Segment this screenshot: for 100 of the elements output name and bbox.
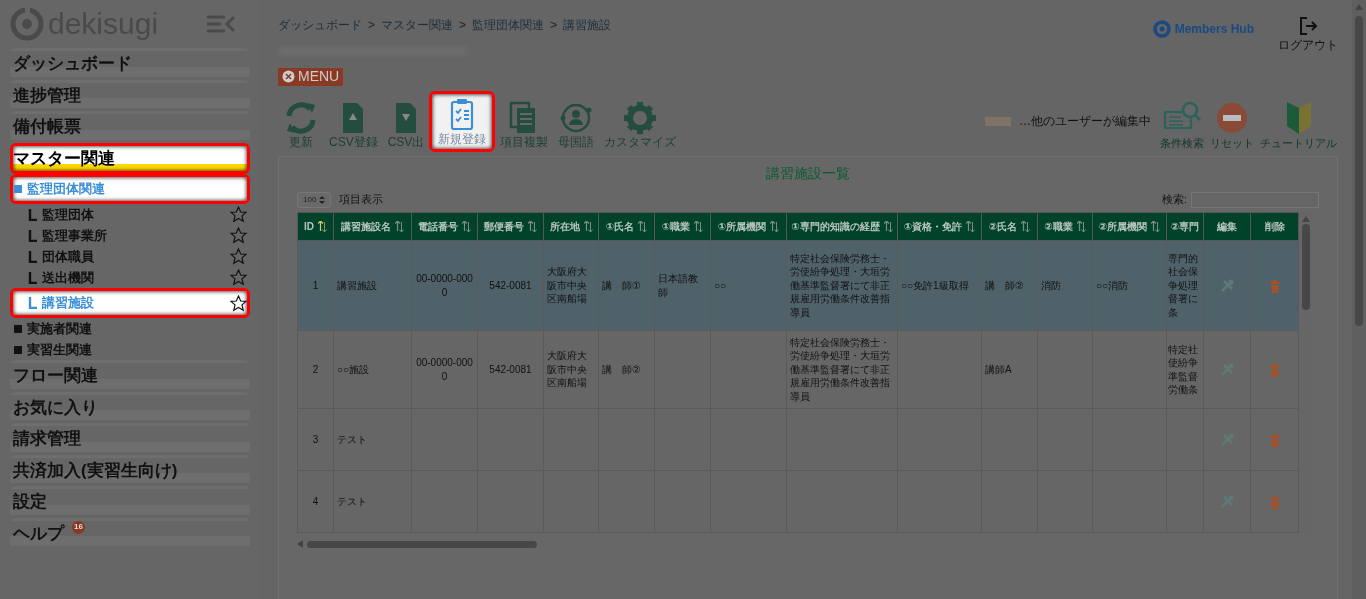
table-cell-text: テスト: [337, 433, 367, 445]
tree-branch-icon: [28, 250, 38, 263]
collapse-menu-icon[interactable]: [206, 14, 236, 34]
square-bullet-icon: [13, 184, 23, 194]
column-header[interactable]: 講習施設名: [333, 212, 412, 241]
table-cell-text: 日本語教師: [658, 273, 698, 298]
toolbar-button[interactable]: 条件検索: [1159, 100, 1205, 153]
scroll-left-icon: [297, 540, 303, 549]
sidebar-item[interactable]: 監理団体: [10, 204, 250, 225]
brand-logo-icon: [1152, 20, 1171, 38]
trash-icon: [1268, 363, 1281, 377]
table-cell-text: 大阪府大阪市中央区南船場: [547, 266, 587, 305]
sidebar-item[interactable]: 請求管理: [10, 423, 250, 455]
toolbar-button[interactable]: チュートリアル: [1259, 100, 1338, 153]
menu-label: ダッシュボード: [13, 53, 132, 75]
sidebar-item[interactable]: 備付帳票: [10, 111, 250, 143]
logout-button[interactable]: ログアウト: [1278, 16, 1338, 54]
table-cell-text: 特定社使紛争準監督労働条: [1168, 343, 1198, 396]
menu-label: お気に入り: [13, 396, 98, 419]
column-header[interactable]: ①所属機関: [710, 212, 787, 241]
star-icon[interactable]: [230, 248, 247, 265]
column-header[interactable]: ②所属機関: [1092, 212, 1167, 241]
table-cell-text: 542-0081: [489, 363, 532, 375]
toolbar-button[interactable]: CSV出: [382, 97, 430, 153]
breadcrumb-link[interactable]: マスター関連: [381, 16, 453, 34]
sidebar-item[interactable]: 進捗管理: [10, 79, 250, 111]
square-bullet-icon: [13, 344, 23, 355]
toolbar-button[interactable]: 新規登録: [429, 91, 496, 153]
sort-caret-icon: [318, 196, 325, 205]
menu-label: フロー関連: [13, 365, 98, 387]
sidebar-item[interactable]: ヘルプ 16: [10, 517, 250, 549]
page-size-select[interactable]: 100: [297, 192, 331, 209]
menu-label: 送出機関: [42, 268, 94, 287]
scroll-up-icon: [1355, 4, 1363, 10]
star-icon[interactable]: [230, 227, 247, 244]
column-header[interactable]: ①専門的知識の経歴: [786, 212, 898, 241]
column-header[interactable]: ②氏名: [981, 212, 1038, 241]
toolbar-button[interactable]: 母国語: [553, 97, 600, 153]
column-header[interactable]: ①職業: [654, 212, 711, 241]
legend-text: …他のユーザーが編集中: [1019, 113, 1151, 131]
square-bullet-icon: [13, 323, 23, 334]
column-header[interactable]: 所在地: [543, 212, 599, 241]
sidebar-item[interactable]: 講習施設: [10, 288, 250, 318]
table-cell-text: 00-0000-0000: [416, 273, 473, 298]
table-cell-text: 大阪府大阪市中央区南船場: [547, 350, 587, 389]
table-cell-text: テスト: [337, 495, 367, 507]
menu-label: 実施者関連: [27, 319, 92, 338]
panel-title: 講習施設一覧: [765, 164, 851, 184]
scrollbar-thumb[interactable]: [307, 540, 537, 548]
star-icon[interactable]: [230, 206, 247, 223]
star-icon[interactable]: [230, 269, 247, 286]
sidebar-item[interactable]: 実習生関連: [10, 339, 250, 360]
table-cell-text: 特定社会保険労務士・労使紛争処理・大垣労働基準監督署にて非正規雇用労働条件改善指導員: [790, 252, 890, 318]
table-cell-text: 2: [312, 363, 319, 375]
sidebar-item[interactable]: 監理事業所: [10, 225, 250, 246]
menu-label: 監理団体関連: [27, 180, 105, 199]
sidebar-item[interactable]: フロー関連: [10, 360, 250, 392]
table-cell-text: 特定社会保険労務士・労使紛争処理・大垣労働基準監督署にて非正規雇用労働条件改善指導員: [790, 336, 890, 402]
logout-icon: [1298, 16, 1318, 36]
sidebar-item[interactable]: お気に入り: [10, 391, 250, 423]
menu-label: 備付帳票: [13, 116, 81, 138]
breadcrumb-separator: >: [459, 17, 467, 34]
column-header[interactable]: 電話番号: [411, 212, 478, 241]
table-cell-text: 00-0000-0000: [416, 357, 473, 382]
column-header[interactable]: 郵便番号: [477, 212, 544, 241]
tree-branch-icon: [28, 271, 38, 284]
star-icon[interactable]: [230, 294, 247, 312]
column-header[interactable]: ①資格・免許: [897, 212, 982, 241]
legend-swatch: [985, 116, 1011, 126]
scrollbar-thumb[interactable]: [1355, 16, 1363, 326]
sidebar-item[interactable]: 送出機関: [10, 267, 250, 288]
breadcrumb-link[interactable]: 監理団体関連: [472, 16, 545, 34]
trash-icon: [1268, 433, 1281, 447]
sidebar-item[interactable]: ダッシュボード: [10, 48, 250, 80]
sidebar-item[interactable]: 設定: [10, 486, 250, 518]
breadcrumb-link[interactable]: ダッシュボード: [278, 16, 362, 34]
menu-label: 請求管理: [13, 428, 81, 450]
scrollbar-thumb[interactable]: [1302, 224, 1310, 311]
sidebar-item[interactable]: 共済加入(実習生向け): [10, 454, 250, 486]
toolbar-button[interactable]: カスタマイズ: [599, 97, 682, 153]
table-cell-text: 講師A: [985, 363, 1012, 375]
toolbar-button[interactable]: 更新: [278, 97, 324, 153]
toolbar-button[interactable]: リセット: [1209, 100, 1255, 153]
trash-icon: [1268, 279, 1281, 293]
sidebar-item[interactable]: マスター関連: [10, 142, 250, 174]
column-header[interactable]: ID: [297, 212, 334, 241]
page-scrollbar[interactable]: [1352, 0, 1366, 599]
table-cell-text: 消防: [1041, 279, 1061, 291]
menu-label: 設定: [13, 491, 47, 513]
column-header: 削除: [1250, 212, 1299, 241]
sidebar-item[interactable]: 団体職員: [10, 246, 250, 267]
sidebar-item[interactable]: 実施者関連: [10, 318, 250, 339]
logo-mark-icon: [10, 7, 44, 41]
toolbar-button[interactable]: CSV登録: [324, 97, 383, 153]
sidebar-item[interactable]: 監理団体関連: [10, 174, 250, 204]
column-header[interactable]: ②職業: [1037, 212, 1093, 241]
menu-button[interactable]: MENU: [278, 67, 344, 86]
table-cell-text: 講習施設: [337, 279, 377, 291]
column-header[interactable]: ①氏名: [598, 212, 655, 241]
table-cell-text: 講 師②: [985, 279, 1024, 291]
